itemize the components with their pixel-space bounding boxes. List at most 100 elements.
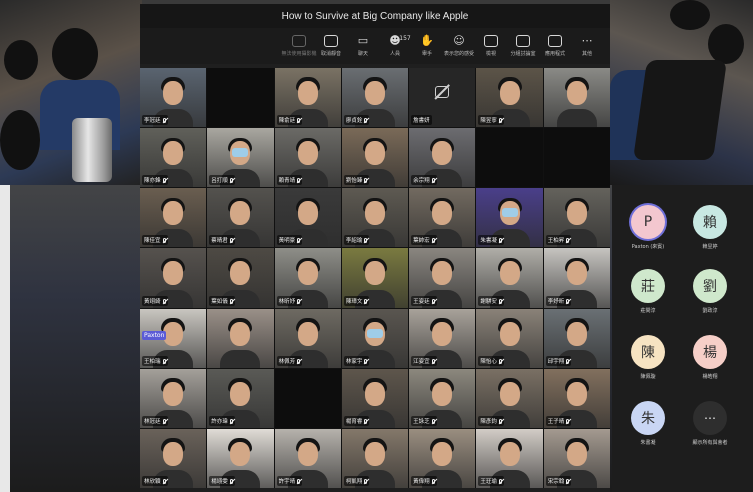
video-tile[interactable]: 陳昱寧 (476, 68, 543, 128)
video-tile[interactable]: 許亦瑋 (207, 368, 274, 428)
video-tile[interactable]: 黃翊綺 (140, 248, 207, 308)
participant-name: 蔡晴君 (209, 235, 235, 246)
participant-face (566, 201, 587, 226)
participant-name: 林昕妤 (276, 295, 303, 306)
video-tile[interactable]: 宋宗翰 (543, 428, 610, 488)
participant-name: 王柏瑞 (142, 355, 168, 366)
participant-name-text: 李妤昕 (547, 298, 565, 305)
participant-face (364, 381, 385, 406)
video-tile[interactable]: 余宗翔 (409, 128, 476, 188)
participant-face (297, 441, 318, 466)
participant-face (432, 201, 453, 226)
participant-item[interactable]: P Paxton (來賓) (620, 205, 676, 250)
video-tile[interactable]: 江姿宜 (409, 308, 476, 368)
participant-face (432, 141, 453, 166)
view-button[interactable]: 檢視 (476, 35, 506, 57)
participant-item[interactable]: 劉劉政淳 (682, 269, 738, 314)
mic-muted-icon (566, 418, 570, 424)
participant-name: Paxton (來賓) (631, 244, 665, 250)
video-tile[interactable]: 李冠廷 (140, 68, 207, 128)
video-tile[interactable]: 廖貞銓 (341, 68, 409, 128)
video-tile[interactable]: 賴青靖 (274, 128, 341, 188)
participant-item[interactable]: 陳陳佩璇 (620, 335, 676, 380)
video-tile[interactable]: 黃明豪 (274, 188, 341, 248)
participant-name: 邱宇翔 (545, 355, 572, 366)
video-tile[interactable]: 呂打順 (207, 128, 274, 188)
face-mask (366, 328, 383, 338)
video-tile[interactable]: 林佩芳 (274, 308, 341, 368)
video-tile[interactable]: 王柏昇 (543, 188, 610, 248)
video-tile[interactable]: 許宇晴 (274, 428, 341, 488)
participant-item[interactable]: 賴賴昱婷 (682, 205, 738, 250)
video-tile[interactable] (476, 128, 543, 188)
mic-muted-icon (431, 178, 435, 184)
video-tile[interactable] (274, 368, 341, 428)
video-tile[interactable] (207, 308, 274, 368)
video-tile[interactable] (207, 68, 274, 128)
video-tile[interactable]: 陳璋文 (341, 248, 409, 308)
video-tile[interactable]: 林昕妤 (274, 248, 341, 308)
video-tile[interactable]: 王姿廷 (409, 248, 476, 308)
mic-muted-icon (229, 478, 233, 484)
participant-item[interactable]: 朱朱書凝 (620, 401, 676, 446)
video-tile[interactable] (543, 128, 610, 188)
participant-item[interactable]: 莊莊閔淳 (620, 269, 676, 314)
participant-item[interactable]: 楊楊皓翔 (682, 335, 738, 380)
participant-name-text: 楊翊雯 (211, 478, 228, 485)
video-tile[interactable]: 葉如儀 (207, 248, 274, 308)
video-tile[interactable]: 邱宇翔 (543, 308, 610, 368)
camera-off-button[interactable]: 無法使用攝影機 (282, 35, 317, 57)
video-tile[interactable]: 劉怡臻 (341, 128, 409, 188)
participant-name: 朱書凝 (478, 235, 504, 246)
video-tile[interactable]: 陳佳宜 (140, 188, 207, 248)
video-tile[interactable]: 柯凱翔 (341, 428, 409, 488)
participant-name: 朱書凝 (640, 440, 656, 446)
video-tile[interactable]: 李紹瑜 (341, 188, 409, 248)
mic-muted-icon (498, 358, 502, 364)
video-tile[interactable]: 陳彥鈞 (476, 368, 543, 428)
people-button[interactable]: ☻ 157 人員 (380, 35, 410, 58)
video-tile[interactable]: 黃偉翔 (409, 428, 476, 488)
video-tile[interactable]: 葉帥宏 (409, 188, 476, 248)
video-tile[interactable]: 楊育睿 (341, 368, 409, 428)
video-tile[interactable]: 林家宇 (341, 308, 409, 368)
mic-off-button[interactable]: 取消靜音 (316, 35, 346, 57)
mic-muted-icon (162, 178, 166, 184)
rooms-button[interactable]: 分組討論室 (508, 35, 538, 57)
more-button[interactable]: ⋯ 其他 (572, 35, 602, 58)
video-tile[interactable]: 陳怡心 (476, 308, 543, 368)
participant-name: 余宗翔 (411, 175, 437, 186)
participant-name-text: 陳亦鋒 (144, 178, 161, 185)
video-tile[interactable]: 朱書凝 (476, 188, 543, 248)
video-tile[interactable]: 陳亦鋒 (140, 128, 207, 188)
toolbar-label: 分組討論室 (510, 51, 536, 57)
video-tile[interactable]: 楊翊雯 (207, 428, 274, 488)
apps-button[interactable]: 應用程式 (540, 35, 570, 57)
show-all-participants-button[interactable]: ⋯ 顯示所有與會者 (682, 401, 738, 446)
mic-muted-icon (431, 298, 435, 304)
video-tile[interactable]: 蔡晴君 (207, 188, 274, 248)
hand-icon: ✋ (420, 34, 434, 47)
participant-face (163, 81, 184, 105)
video-tile[interactable]: 陳俞廷 (274, 68, 341, 128)
video-tile[interactable]: 林冠廷 (140, 368, 207, 428)
video-tile[interactable]: Paxton 王柏瑞 (140, 308, 207, 368)
participant-name-text: 李紹瑜 (345, 238, 363, 245)
video-tile[interactable] (543, 68, 610, 128)
reactions-button[interactable]: ☺ 表示您的感受 (444, 35, 474, 58)
speaker-name-badge: Paxton (142, 331, 167, 341)
hand-button[interactable]: ✋ 舉手 (412, 34, 442, 58)
video-tile[interactable]: 謝騏安 (476, 248, 543, 308)
video-tile[interactable]: 李妤昕 (543, 248, 610, 308)
apps-icon (548, 35, 562, 47)
participant-name-text: 陳俞廷 (278, 118, 296, 125)
video-tile[interactable]: 林欣穎 (140, 428, 207, 488)
video-tile[interactable]: 詹書妍 (409, 68, 476, 128)
chat-button[interactable]: ▭ 聊天 (348, 35, 378, 58)
video-tile[interactable]: 王玨瑜 (476, 428, 543, 488)
video-tile[interactable]: 王子晴 (543, 368, 610, 428)
mic-muted-icon (498, 238, 502, 244)
participant-name: 葉如儀 (209, 295, 235, 306)
video-tile[interactable]: 王詠芝 (409, 368, 476, 428)
participant-name-text: 柯凱翔 (345, 478, 363, 485)
